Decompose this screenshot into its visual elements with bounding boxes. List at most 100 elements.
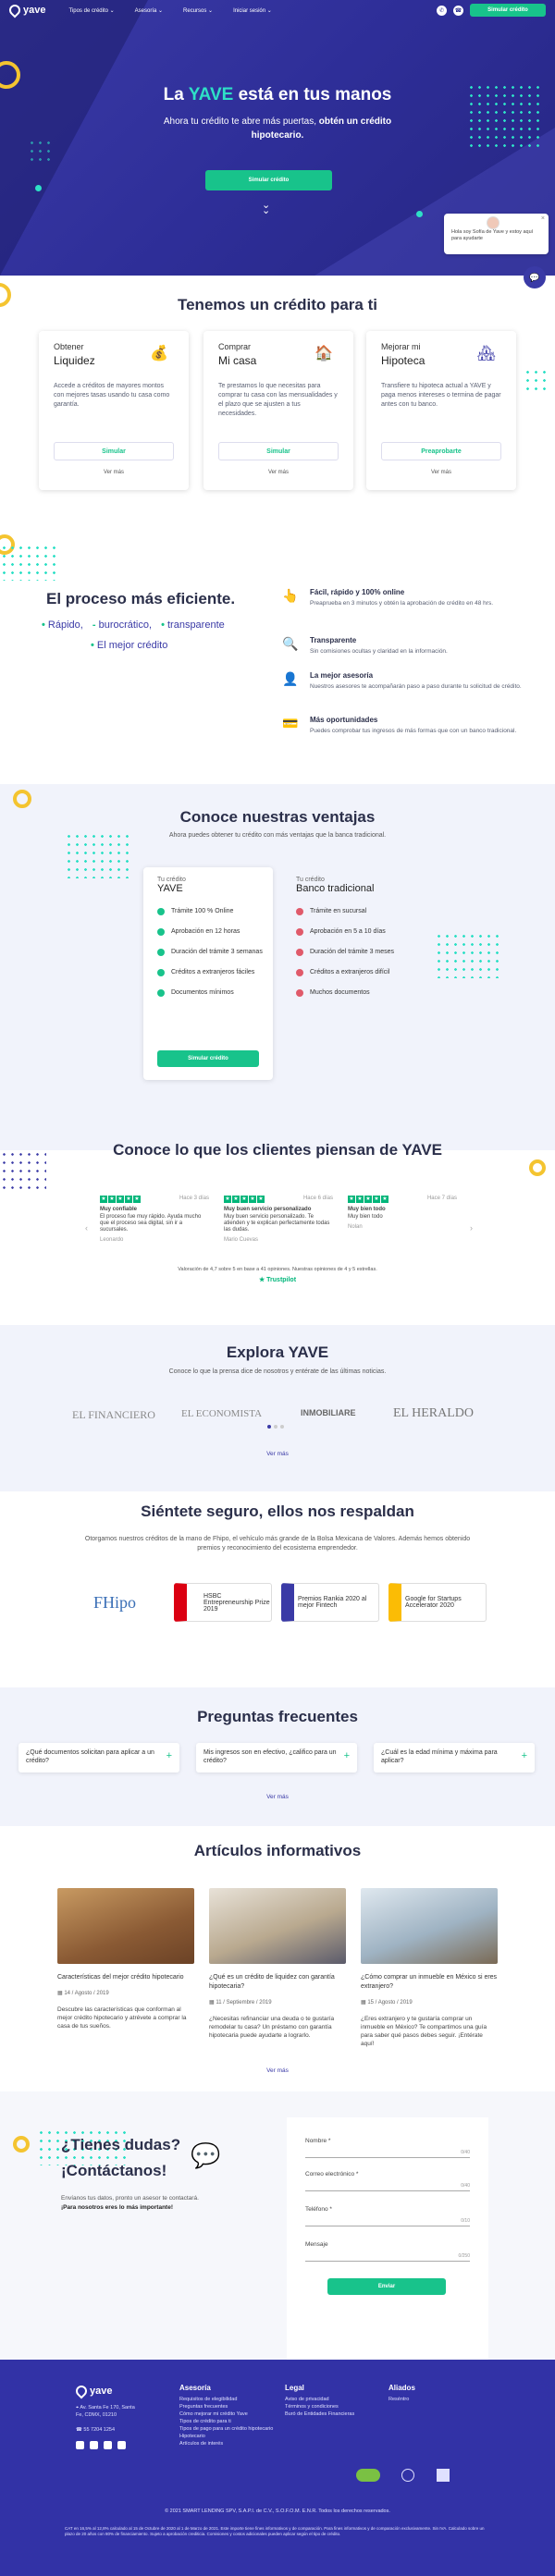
see-more-link[interactable]: Ver más bbox=[204, 470, 353, 475]
offer-card-liquidez: 💰 Obtener Liquidez Accede a créditos de … bbox=[39, 331, 189, 490]
press-logo-economista[interactable]: EL ECONOMISTA bbox=[181, 1408, 262, 1419]
message-field[interactable]: Mensaje 0/250 bbox=[305, 2241, 470, 2262]
explora-title: Explora YAVE bbox=[226, 1343, 329, 1361]
check-item: Aprobación en 12 horas bbox=[157, 927, 268, 936]
contact-title-2: ¡Contáctanos! bbox=[61, 2162, 167, 2179]
press-logo-inmobiliare[interactable]: INMOBILIARE bbox=[301, 1408, 356, 1417]
see-more-link[interactable]: Ver más bbox=[39, 470, 189, 475]
check-icon bbox=[157, 928, 165, 936]
check-icon bbox=[157, 908, 165, 915]
name-field[interactable]: Nombre * 0/40 bbox=[305, 2138, 470, 2158]
calendar-icon-date: ▦ 14 / Agosto / 2019 bbox=[57, 1991, 109, 1996]
contact-title: ¿Tienes dudas? bbox=[61, 2136, 181, 2153]
cross-item: Créditos a extranjeros difícil bbox=[296, 968, 416, 976]
trustpilot-logo[interactable]: ★ Trustpilot bbox=[0, 1276, 555, 1283]
check-icon bbox=[157, 989, 165, 997]
see-more-link[interactable]: Ver más bbox=[366, 470, 516, 475]
phone-field[interactable]: Teléfono * 0/10 bbox=[305, 2206, 470, 2226]
simulate-button[interactable]: Simular bbox=[54, 442, 174, 460]
explora-see-more[interactable]: Ver más bbox=[0, 1451, 555, 1457]
footer: yave ⌖ Av. Santa Fe 170, Santa Fe, CDMX,… bbox=[0, 2360, 555, 2576]
process-line1: • Rápido, - burocrático, • transparente bbox=[42, 619, 225, 631]
offers-section: Tenemos un crédito para ti 💰 Obtener Liq… bbox=[0, 276, 555, 534]
send-button[interactable]: Enviar bbox=[327, 2278, 446, 2295]
faq-item[interactable]: ¿Qué documentos solicitan para aplicar a… bbox=[18, 1743, 179, 1773]
simulate-button[interactable]: Simular bbox=[218, 442, 339, 460]
cross-item: Trámite en sucursal bbox=[296, 907, 416, 915]
faq-see-more[interactable]: Ver más bbox=[0, 1794, 555, 1800]
cross-item: Muchos documentos bbox=[296, 988, 416, 997]
header-simulate-button[interactable]: Simular crédito bbox=[470, 4, 546, 17]
condusef-badge[interactable] bbox=[356, 2469, 380, 2482]
preapprove-button[interactable]: Preaprobarte bbox=[381, 442, 501, 460]
articles-see-more[interactable]: Ver más bbox=[0, 2067, 555, 2074]
chevron-left-icon[interactable]: ‹ bbox=[85, 1223, 88, 1233]
explora-section: Explora YAVE Conoce lo que la prensa dic… bbox=[0, 1325, 555, 1491]
calendar-icon-date: ▦ 11 / Septiembre / 2019 bbox=[209, 2000, 272, 2006]
address: ⌖ Av. Santa Fe 170, Santa Fe, CDMX, 0121… bbox=[76, 2405, 135, 2418]
nav-recursos[interactable]: Recursos ⌄ bbox=[183, 7, 213, 14]
phone[interactable]: ☎ 55 7204 1254 bbox=[76, 2426, 115, 2434]
chevron-down-icon[interactable]: ⌄ bbox=[262, 206, 270, 216]
faq-item[interactable]: ¿Cuál es la edad mínima y máxima para ap… bbox=[374, 1743, 535, 1773]
check-item: Duración del trámite 3 semanas bbox=[157, 948, 268, 956]
seal-badge[interactable] bbox=[401, 2469, 414, 2482]
email-field[interactable]: Correo electrónico * 0/40 bbox=[305, 2171, 470, 2191]
legal-text: CAT en 16,5% al 12,8% calculado al 15 de… bbox=[65, 2526, 485, 2536]
article-card[interactable]: ¿Qué es un crédito de liquidez con garan… bbox=[209, 1888, 346, 2040]
seguro-subtitle: Otorgamos nuestros créditos de la mano d… bbox=[84, 1536, 471, 1552]
copyright: © 2021 SMART LENDING SPV, S.A.P.I. de C.… bbox=[165, 2509, 390, 2514]
faq-title: Preguntas frecuentes bbox=[197, 1708, 358, 1725]
facebook-icon[interactable] bbox=[76, 2441, 84, 2449]
cross-icon bbox=[296, 969, 303, 976]
decor-dot bbox=[416, 211, 423, 217]
linkedin-icon[interactable] bbox=[117, 2441, 126, 2449]
bank-column: Tu crédito Banco tradicional Trámite en … bbox=[296, 877, 416, 1009]
fhipo-logo[interactable]: FHipo bbox=[78, 1583, 152, 1622]
carousel-dots[interactable] bbox=[267, 1425, 284, 1429]
google-startups-logo[interactable]: Google for Startups Accelerator 2020 bbox=[388, 1583, 487, 1622]
close-icon[interactable]: × bbox=[541, 215, 545, 222]
ventajas-simulate-button[interactable]: Simular crédito bbox=[157, 1050, 259, 1067]
footer-logo[interactable]: yave bbox=[73, 2383, 112, 2399]
chat-launcher-icon[interactable]: 💬 bbox=[524, 266, 546, 288]
calendar-icon-date: ▦ 15 / Agosto / 2019 bbox=[361, 2000, 413, 2006]
review-card: ★ ★ ★ ★ ★ Hace 6 días Muy buen servicio perso… bbox=[224, 1196, 333, 1243]
article-image bbox=[361, 1888, 498, 1964]
decor-ring bbox=[13, 790, 31, 808]
decor-dots bbox=[28, 139, 54, 165]
phone-icon[interactable]: ☎ bbox=[453, 5, 463, 16]
hsbc-logo[interactable]: HSBC Entrepreneurship Prize 2019 bbox=[174, 1583, 272, 1622]
nav-asesoria[interactable]: Asesoría ⌄ bbox=[135, 7, 163, 14]
rankia-logo[interactable]: Premios Rankia 2020 al mejor Fintech bbox=[281, 1583, 379, 1622]
stars-icon: ★ ★ ★ ★ ★ bbox=[100, 1196, 141, 1203]
reviews-title: Conoce lo que los clientes piensan de YA… bbox=[113, 1141, 442, 1159]
buro-badge[interactable] bbox=[437, 2469, 450, 2482]
decor-dots bbox=[524, 368, 551, 394]
faq-item[interactable]: Mis ingresos son en efectivo, ¿califico … bbox=[196, 1743, 357, 1773]
yave-logo[interactable]: yave bbox=[6, 2, 45, 18]
agent-avatar bbox=[487, 216, 500, 229]
feature-oportunidades: 💳 Más oportunidades Puedes comprobar tus i… bbox=[282, 716, 517, 734]
footer-aliados: Aliados Reséntro bbox=[388, 2384, 415, 2402]
process-title: El proceso más eficiente. bbox=[46, 590, 236, 607]
twitter-icon[interactable] bbox=[90, 2441, 98, 2449]
chat-bubble[interactable]: × Hola soy Sofía de Yave y estoy aquí pa… bbox=[444, 214, 549, 254]
press-logo-heraldo[interactable]: EL HERALDO bbox=[393, 1406, 474, 1421]
instagram-icon[interactable] bbox=[104, 2441, 112, 2449]
contact-subtitle-bold: ¡Para nosotros eres lo más importante! bbox=[61, 2204, 174, 2211]
feature-asesoria: 👤 La mejor asesoría Nuestros asesores te a… bbox=[282, 671, 522, 690]
chevron-right-icon[interactable]: › bbox=[470, 1223, 473, 1233]
header-actions: ✆ ☎ Simular crédito bbox=[437, 4, 546, 17]
article-card[interactable]: ¿Cómo comprar un inmueble en México si e… bbox=[361, 1888, 498, 2048]
nav-iniciar-sesion[interactable]: Iniciar sesión ⌄ bbox=[233, 7, 272, 14]
money-bag-icon: 💰 bbox=[150, 346, 168, 362]
nav-tipos-credito[interactable]: Tipos de crédito ⌄ bbox=[68, 7, 114, 14]
stars-icon: ★ ★ ★ ★ ★ bbox=[224, 1196, 265, 1203]
hero-simulate-button[interactable]: Simular crédito bbox=[205, 170, 332, 190]
press-logo-financiero[interactable]: EL FINANCIERO bbox=[72, 1408, 155, 1422]
feature-transparente: 🔍 Transparente Sin comisiones ocultas y cl… bbox=[282, 636, 448, 655]
offer-card-casa: 🏠 Comprar Mi casa Te prestamos lo que ne… bbox=[204, 331, 353, 490]
article-card[interactable]: Características del mejor crédito hipote… bbox=[57, 1888, 194, 2030]
whatsapp-icon[interactable]: ✆ bbox=[437, 5, 447, 16]
